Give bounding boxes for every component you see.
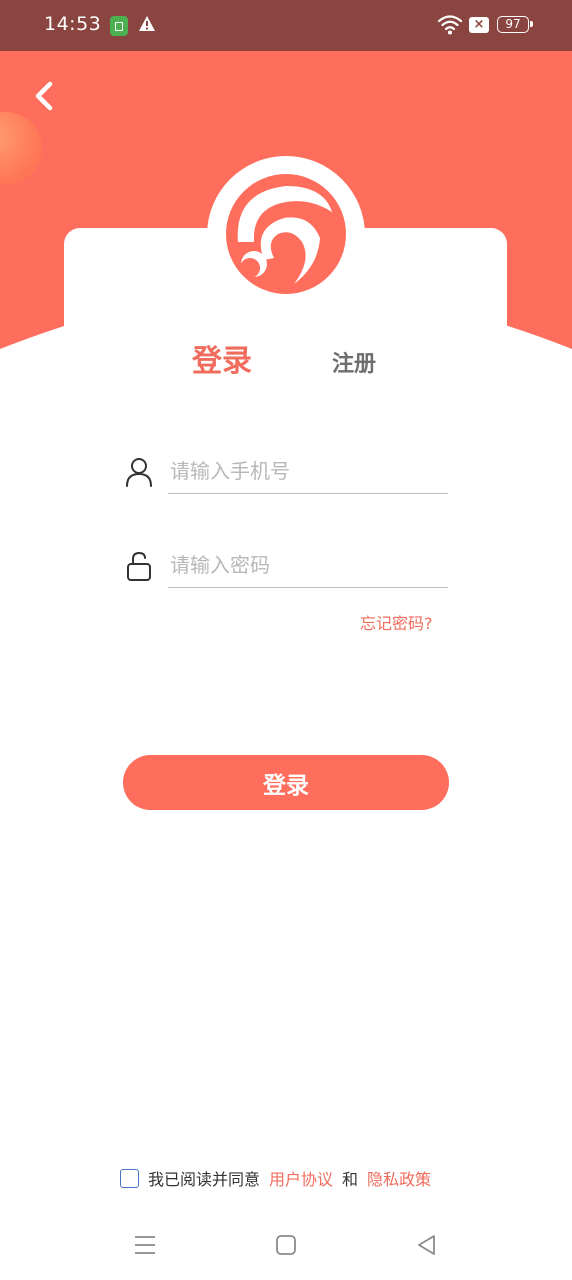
- user-icon: [126, 458, 152, 487]
- agreement-text: 我已阅读并同意: [148, 1170, 261, 1189]
- app-logo-icon: [226, 174, 346, 294]
- tab-login[interactable]: 登录: [192, 336, 252, 380]
- warning-icon: [139, 16, 155, 31]
- phone-input[interactable]: [168, 448, 448, 494]
- agreement-and-text: 和: [342, 1170, 359, 1189]
- navigation-bar: [0, 1210, 572, 1280]
- login-page: 14:53 × 97 登录 注册 请输入手机号 忘记密码? 登录 我已阅读并同意…: [0, 0, 572, 1280]
- back-button[interactable]: [26, 74, 66, 118]
- tab-register[interactable]: 注册: [332, 346, 376, 378]
- menu-icon[interactable]: [132, 1232, 158, 1258]
- password-input[interactable]: [168, 542, 448, 588]
- status-bar: 14:53 × 97: [0, 0, 572, 51]
- agree-checkbox[interactable]: [120, 1168, 139, 1188]
- triangle-left-icon[interactable]: [414, 1232, 440, 1258]
- password-field-row: [122, 542, 448, 592]
- no-sim-icon: ×: [469, 17, 489, 33]
- status-time: 14:53: [44, 13, 102, 35]
- login-button[interactable]: 登录: [123, 755, 449, 810]
- square-icon[interactable]: [273, 1232, 299, 1258]
- phone-field-row: [122, 448, 448, 498]
- battery-icon: 97: [497, 16, 533, 33]
- privacy-policy-link[interactable]: 隐私政策: [367, 1166, 431, 1190]
- user-agreement-link[interactable]: 用户协议: [269, 1166, 333, 1190]
- agreement-row: 我已阅读并同意 用户协议 和 隐私政策: [120, 1166, 431, 1190]
- wifi-icon: [437, 15, 463, 35]
- unlock-icon: [127, 551, 151, 581]
- forgot-password-link[interactable]: 忘记密码?: [360, 610, 433, 634]
- app-notification-icon: [110, 16, 128, 36]
